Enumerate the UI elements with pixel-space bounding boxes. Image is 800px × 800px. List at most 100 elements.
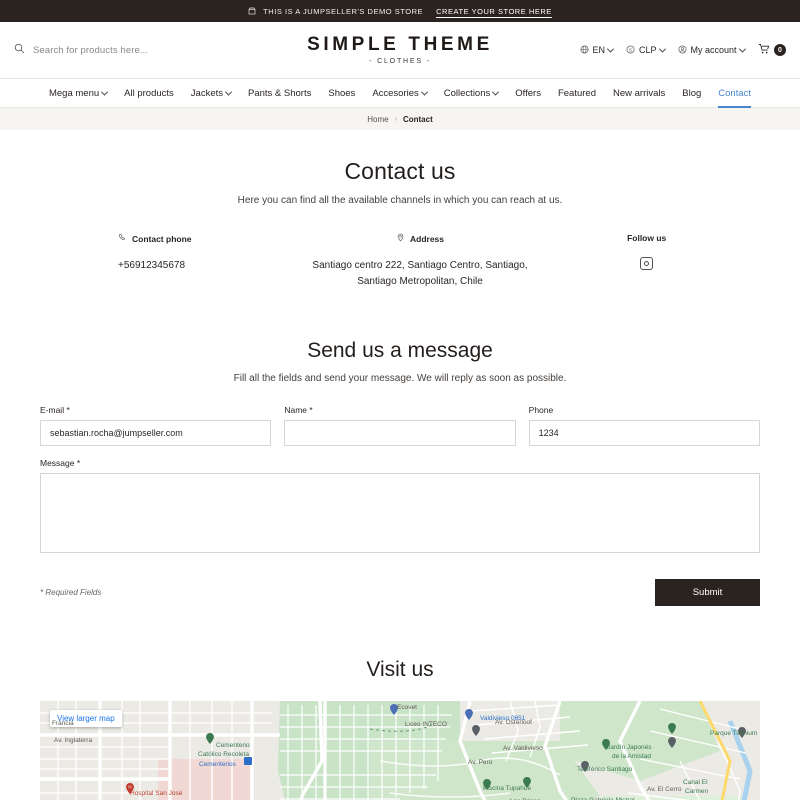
message-section-header: Send us a message Fill all the fields an… bbox=[0, 339, 800, 384]
follow-us-block: Follow us bbox=[533, 233, 760, 289]
nav-label: All products bbox=[124, 87, 174, 99]
cart-icon bbox=[758, 43, 770, 57]
nav-item-pants-shorts[interactable]: Pants & Shorts bbox=[248, 79, 311, 108]
required-fields-note: * Required Fields bbox=[40, 588, 102, 597]
announcement-bar: THIS IS A JUMPSELLER'S DEMO STORE CREATE… bbox=[0, 0, 800, 22]
visit-section-title: Visit us bbox=[366, 658, 434, 681]
site-header: Search for products here... SIMPLE THEME… bbox=[0, 22, 800, 78]
follow-us-heading: Follow us bbox=[533, 233, 760, 243]
contact-form: E-mail * Name * Phone Message * * Requir… bbox=[0, 405, 800, 606]
follow-us-label: Follow us bbox=[627, 233, 667, 243]
name-label: Name * bbox=[284, 405, 313, 415]
message-field[interactable] bbox=[40, 473, 760, 553]
address-block: Address Santiago centro 222, Santiago Ce… bbox=[307, 233, 534, 289]
instagram-lens bbox=[644, 261, 650, 266]
name-field-group: Name * bbox=[284, 405, 516, 446]
contact-phone-heading: Contact phone bbox=[80, 233, 307, 244]
breadcrumb-separator: › bbox=[394, 115, 397, 123]
cart-count-badge: 0 bbox=[774, 44, 786, 56]
view-larger-map-button[interactable]: View larger map bbox=[50, 710, 122, 727]
announcement-text: THIS IS A JUMPSELLER'S DEMO STORE bbox=[263, 6, 424, 16]
header-actions: EN S CLP My account 0 bbox=[580, 43, 786, 57]
currency-icon: S bbox=[626, 45, 635, 56]
account-label: My account bbox=[690, 45, 737, 55]
create-store-link[interactable]: CREATE YOUR STORE HERE bbox=[436, 7, 552, 16]
metro-marker-cementerios bbox=[244, 757, 252, 765]
email-label: E-mail * bbox=[40, 405, 70, 415]
search-input[interactable]: Search for products here... bbox=[14, 41, 274, 59]
address-heading: Address bbox=[307, 233, 534, 244]
page-subtitle: Here you can find all the available chan… bbox=[237, 195, 563, 206]
address-line-2: Santiago Metropolitan, Chile bbox=[357, 275, 483, 287]
nav-item-blog[interactable]: Blog bbox=[682, 79, 701, 108]
language-label: EN bbox=[592, 45, 605, 55]
nav-label: Blog bbox=[682, 87, 702, 99]
phone-icon bbox=[118, 233, 127, 244]
email-field[interactable] bbox=[40, 420, 272, 446]
map-canvas bbox=[40, 701, 760, 800]
breadcrumb-current: Contact bbox=[402, 114, 433, 124]
account-menu[interactable]: My account bbox=[678, 45, 747, 56]
message-field-group: Message * bbox=[40, 458, 760, 558]
message-section-title: Send us a message bbox=[307, 339, 493, 362]
currency-selector[interactable]: S CLP bbox=[626, 45, 667, 56]
nav-label: Pants & Shorts bbox=[248, 87, 312, 99]
map-embed[interactable]: View larger map H Ecovet Liceo INTECO Av. … bbox=[40, 701, 760, 800]
address-value: Santiago centro 222, Santiago Centro, Sa… bbox=[307, 258, 534, 289]
nav-item-collections[interactable]: Collections bbox=[443, 79, 500, 108]
chevron-down-icon bbox=[738, 45, 747, 53]
nav-item-accesories[interactable]: Accesories bbox=[372, 79, 428, 108]
nav-item-contact[interactable]: Contact bbox=[718, 79, 751, 108]
message-label: Message * bbox=[40, 458, 81, 468]
contact-info-row: Contact phone +56912345678 Address Santi… bbox=[0, 233, 800, 289]
contact-phone-value: +56912345678 bbox=[118, 260, 186, 271]
search-placeholder: Search for products here... bbox=[33, 44, 149, 56]
phone-field[interactable] bbox=[528, 420, 760, 446]
breadcrumb-home[interactable]: Home bbox=[367, 115, 388, 124]
nav-label: Contact bbox=[718, 87, 752, 99]
submit-button[interactable]: Submit bbox=[655, 579, 760, 606]
instagram-icon[interactable] bbox=[640, 257, 654, 270]
phone-field-group: Phone bbox=[528, 405, 760, 446]
chevron-down-icon bbox=[420, 88, 428, 96]
svg-text:S: S bbox=[629, 47, 632, 53]
main-navigation: Mega menu All products Jackets Pants & S… bbox=[0, 78, 800, 108]
page-header: Contact us Here you can find all the ava… bbox=[0, 130, 800, 206]
cart-button[interactable]: 0 bbox=[758, 43, 786, 57]
form-row-top: E-mail * Name * Phone bbox=[40, 405, 760, 446]
nav-label: Offers bbox=[515, 87, 541, 99]
language-selector[interactable]: EN bbox=[580, 45, 615, 56]
nav-item-offers[interactable]: Offers bbox=[515, 79, 541, 108]
chevron-down-icon bbox=[658, 45, 667, 53]
nav-item-featured[interactable]: Featured bbox=[558, 79, 596, 108]
store-icon bbox=[248, 7, 256, 15]
visit-section-header: Visit us bbox=[0, 658, 800, 682]
globe-icon bbox=[580, 45, 589, 56]
contact-phone-block: Contact phone +56912345678 bbox=[40, 233, 307, 289]
nav-item-jackets[interactable]: Jackets bbox=[190, 79, 233, 108]
nav-item-mega-menu[interactable]: Mega menu bbox=[49, 79, 109, 108]
chevron-down-icon bbox=[607, 45, 615, 53]
nav-label: Shoes bbox=[328, 87, 356, 99]
chevron-down-icon bbox=[101, 88, 109, 96]
nav-label: Jackets bbox=[190, 87, 223, 99]
currency-label: CLP bbox=[638, 45, 657, 55]
email-field-group: E-mail * bbox=[40, 405, 272, 446]
nav-label: Collections bbox=[443, 87, 491, 99]
name-field[interactable] bbox=[284, 420, 516, 446]
nav-label: Accesories bbox=[372, 87, 419, 99]
nav-item-new-arrivals[interactable]: New arrivals bbox=[613, 79, 665, 108]
nav-label: Featured bbox=[557, 87, 596, 99]
address-line-1: Santiago centro 222, Santiago Centro, Sa… bbox=[312, 260, 528, 271]
nav-label: New arrivals bbox=[612, 87, 666, 99]
nav-item-shoes[interactable]: Shoes bbox=[328, 79, 355, 108]
location-pin-icon bbox=[396, 233, 405, 244]
phone-label: Phone bbox=[528, 405, 554, 415]
nav-item-all-products[interactable]: All products bbox=[124, 79, 174, 108]
message-section-subtitle: Fill all the fields and send your messag… bbox=[233, 373, 567, 384]
breadcrumb: Home › Contact bbox=[0, 108, 800, 130]
user-icon bbox=[678, 45, 687, 56]
search-icon bbox=[14, 41, 25, 59]
contact-phone-label: Contact phone bbox=[132, 233, 192, 244]
chevron-down-icon bbox=[224, 88, 233, 96]
